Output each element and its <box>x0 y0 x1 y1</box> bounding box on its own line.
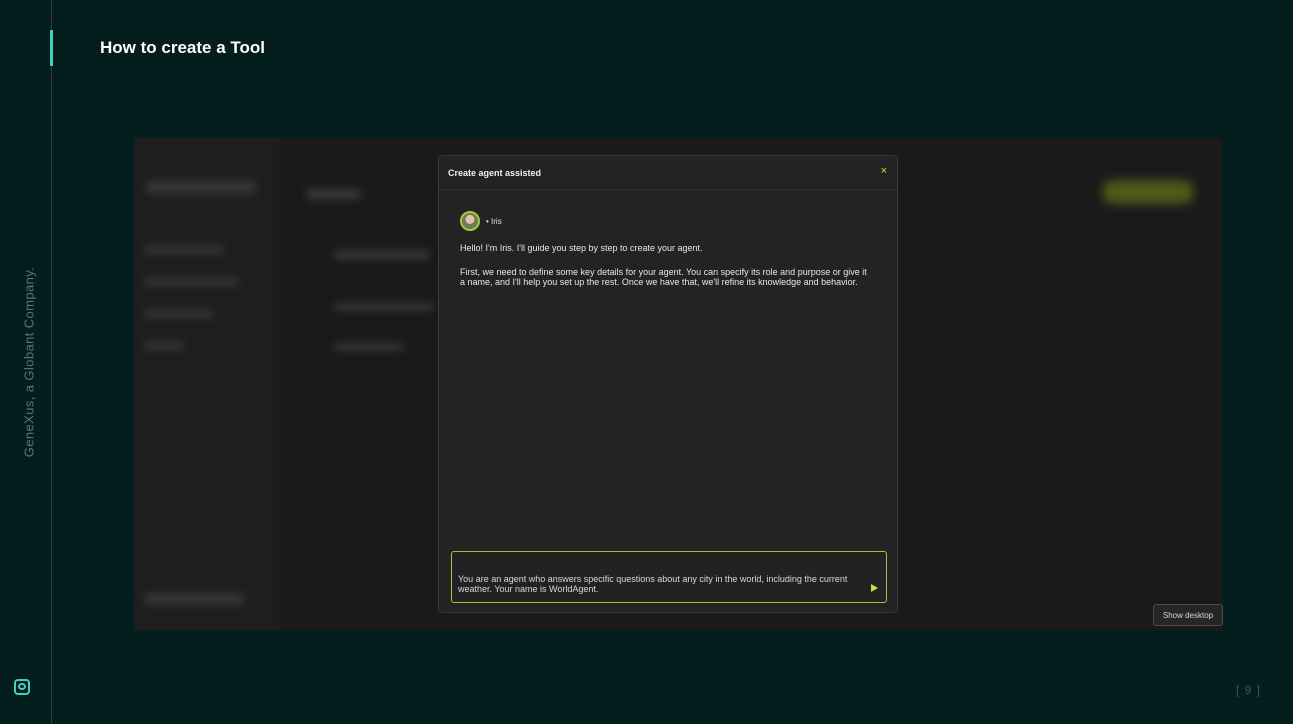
show-desktop-button[interactable]: Show desktop <box>1153 604 1223 626</box>
agent-name: • Iris <box>486 217 502 226</box>
agent-avatar <box>460 211 480 231</box>
blurred-nav-item <box>144 310 214 318</box>
prompt-input-value[interactable]: You are an agent who answers specific qu… <box>458 574 853 594</box>
background-sidebar <box>134 138 279 630</box>
genexus-logo-icon <box>14 679 30 695</box>
page-title: How to create a Tool <box>100 38 265 57</box>
dialog-title: Create agent assisted <box>448 168 542 178</box>
dialog-header: Create agent assisted × <box>439 156 897 190</box>
blurred-nav-item <box>144 246 224 254</box>
close-icon[interactable]: × <box>881 165 887 177</box>
blurred-primary-button <box>1102 180 1194 204</box>
slide: GeneXus, a Globant Company. How to creat… <box>0 0 1293 724</box>
blurred-header-text <box>306 188 361 200</box>
left-rail-divider <box>51 0 52 724</box>
create-agent-dialog: Create agent assisted × • Iris Hello! I'… <box>438 155 898 613</box>
blurred-logo <box>146 180 256 194</box>
blurred-nav-item <box>144 278 239 286</box>
blurred-content <box>334 343 404 351</box>
prompt-input[interactable]: You are an agent who answers specific qu… <box>451 551 887 603</box>
vertical-brand-text: GeneXus, a Globant Company. <box>21 266 37 458</box>
blurred-footer <box>144 593 244 605</box>
chat-message: Hello! I'm Iris. I'll guide you step by … <box>460 243 703 253</box>
chat-message: First, we need to define some key detail… <box>460 267 867 287</box>
title-accent-bar <box>50 30 53 66</box>
blurred-content <box>334 303 434 311</box>
blurred-content <box>334 250 429 260</box>
blurred-nav-item <box>144 342 184 350</box>
page-number: [ 9 ] <box>1235 683 1261 697</box>
send-icon[interactable] <box>871 584 878 592</box>
